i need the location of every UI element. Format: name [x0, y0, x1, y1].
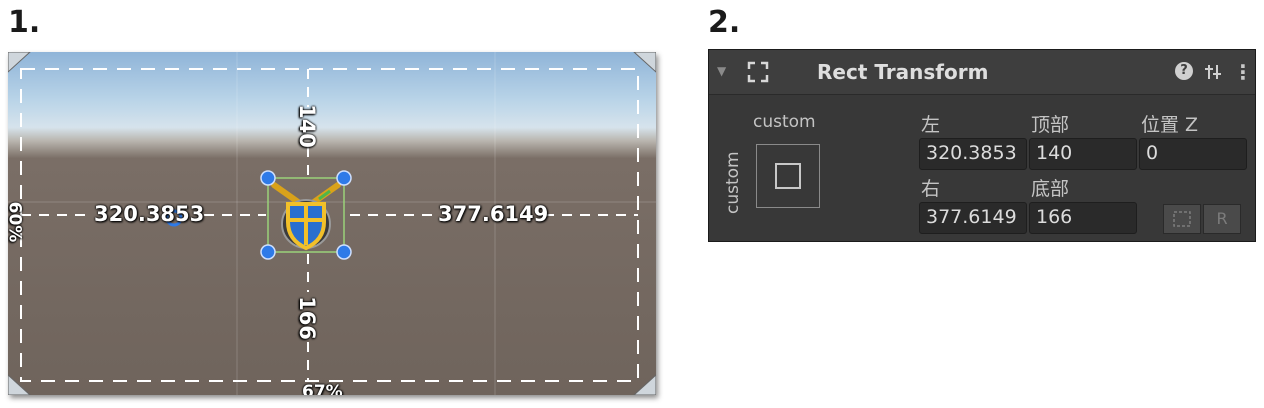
kebab-menu-icon[interactable]: ⋮ [1233, 60, 1253, 84]
pos-z-field[interactable]: 0 [1139, 138, 1247, 170]
presets-icon[interactable] [1203, 62, 1223, 82]
step-1-label: 1. [8, 5, 41, 40]
anchor-preview [775, 163, 801, 189]
help-icon[interactable]: ? [1175, 62, 1193, 80]
left-field[interactable]: 320.3853 [919, 138, 1027, 170]
anchor-presets-button[interactable] [756, 144, 820, 208]
panel-header[interactable]: ▼ Rect Transform ? ⋮ [709, 50, 1255, 95]
pos-z-label: 位置 Z [1141, 114, 1199, 136]
right-label: 右 [921, 178, 941, 200]
anchor-top-right-icon [633, 52, 656, 73]
fold-triangle-icon[interactable]: ▼ [717, 64, 726, 78]
anchor-bottom-left-icon [8, 374, 31, 395]
right-field[interactable]: 377.6149 [919, 202, 1027, 234]
panel-title: Rect Transform [817, 60, 989, 84]
handle-top-right [336, 170, 352, 186]
handle-bottom-right [336, 244, 352, 260]
left-distance-label: 320.3853 [94, 202, 205, 226]
bottom-edge-percent-label: 67% [302, 382, 343, 395]
handle-bottom-left [260, 244, 276, 260]
left-edge-percent-label: 60% [8, 201, 25, 243]
bottom-label: 底部 [1031, 178, 1070, 200]
left-label: 左 [921, 114, 941, 136]
anchor-vertical-label: custom [723, 151, 743, 214]
top-label: 顶部 [1031, 114, 1070, 136]
handle-top-left [260, 170, 276, 186]
right-distance-label: 377.6149 [438, 202, 549, 226]
scene-view[interactable]: 140 166 320.3853 377.6149 60% 67% [8, 52, 656, 395]
bottom-field[interactable]: 166 [1029, 202, 1137, 234]
rect-transform-icon [747, 61, 769, 83]
rect-transform-panel: ▼ Rect Transform ? ⋮ custom custom 左 顶部 … [708, 49, 1256, 242]
blueprint-icon [1173, 211, 1191, 227]
bottom-distance-label: 166 [294, 296, 319, 340]
raw-edit-button[interactable]: R [1203, 204, 1241, 234]
top-distance-label: 140 [294, 104, 319, 148]
anchor-horizontal-label: custom [753, 112, 816, 132]
shield-icon [271, 182, 341, 251]
top-field[interactable]: 140 [1029, 138, 1137, 170]
step-2-label: 2. [708, 5, 741, 40]
blueprint-mode-button[interactable] [1163, 204, 1201, 234]
